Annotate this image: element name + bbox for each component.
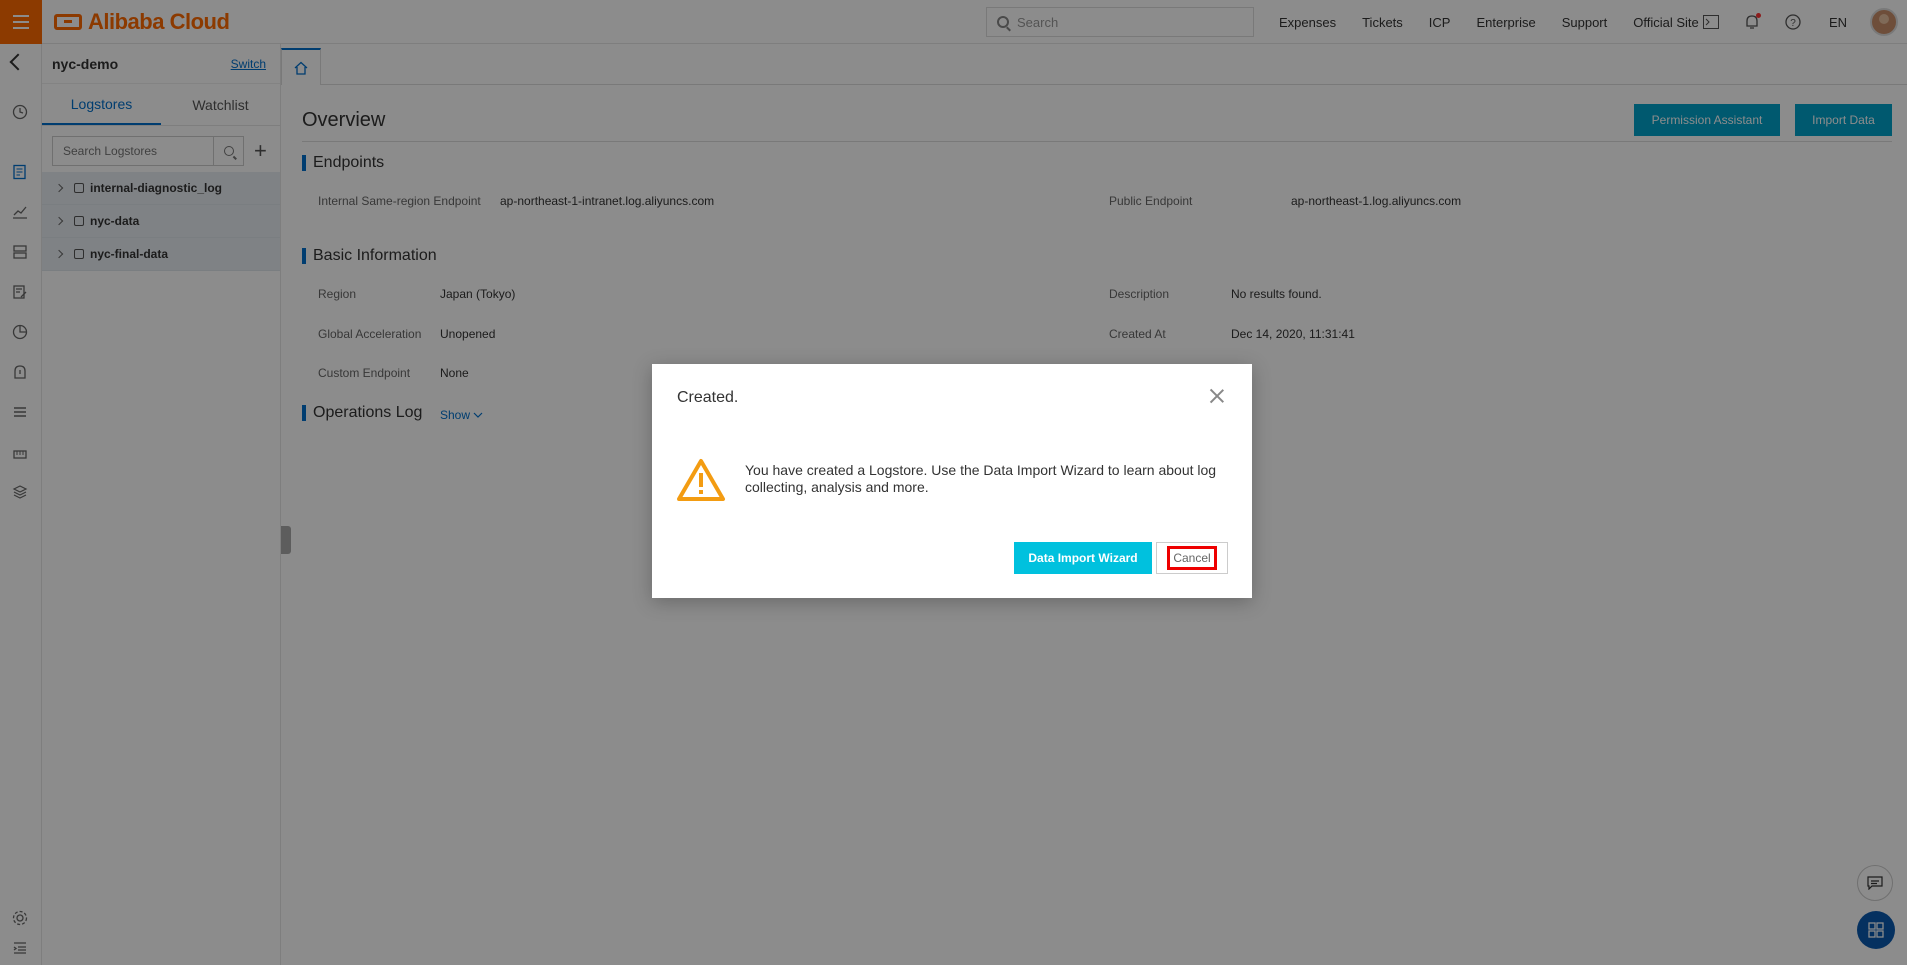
data-import-wizard-button[interactable]: Data Import Wizard <box>1014 542 1152 574</box>
cancel-button[interactable]: Cancel <box>1156 542 1228 574</box>
cancel-button-label[interactable]: Cancel <box>1167 546 1217 570</box>
dialog-title: Created. <box>677 389 739 406</box>
dialog-message: You have created a Logstore. Use the Dat… <box>745 462 1217 495</box>
warning-icon <box>677 459 725 501</box>
created-dialog: Created. You have created a Logstore. Us… <box>652 364 1252 598</box>
close-icon[interactable] <box>1209 388 1225 404</box>
